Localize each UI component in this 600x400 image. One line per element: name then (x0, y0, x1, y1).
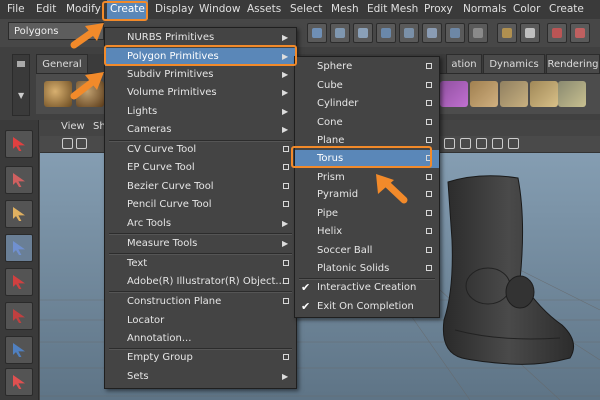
arrow-to-torus (383, 180, 408, 204)
snap-curve-icon[interactable] (330, 23, 350, 43)
rotate-tool-icon-glyph (13, 275, 25, 289)
magnet-icon[interactable] (547, 23, 567, 43)
history-icon-glyph (427, 28, 437, 38)
rotate-tool-icon[interactable] (5, 268, 33, 296)
snap-surface-icon-glyph (404, 28, 414, 38)
render-icon-glyph (473, 28, 483, 38)
render-icon[interactable] (468, 23, 488, 43)
ipr-icon-glyph (575, 28, 585, 38)
snap-grid-icon[interactable] (307, 23, 327, 43)
select-icon-glyph (525, 28, 535, 38)
manipulator-icon[interactable] (5, 336, 33, 364)
paint-select-icon-glyph (13, 207, 25, 221)
history-icon[interactable] (422, 23, 442, 43)
callout-arrows (70, 23, 408, 204)
lasso-tool-icon[interactable] (5, 166, 33, 194)
move-tool-icon-glyph (13, 241, 25, 255)
lock-icon[interactable] (497, 23, 517, 43)
last-tool-icon-glyph (13, 375, 25, 389)
construction-icon-glyph (450, 28, 460, 38)
scale-tool-icon[interactable] (5, 302, 33, 330)
snap-surface-icon[interactable] (399, 23, 419, 43)
last-tool-icon[interactable] (5, 368, 33, 396)
snap-point-icon-glyph (358, 28, 368, 38)
move-tool-icon[interactable] (5, 234, 33, 262)
scale-tool-icon-glyph (13, 309, 25, 323)
snap-point-icon[interactable] (353, 23, 373, 43)
manipulator-icon-glyph (13, 343, 25, 357)
snap-plane-icon[interactable] (376, 23, 396, 43)
select-tool-icon[interactable] (5, 130, 33, 158)
snap-curve-icon-glyph (335, 28, 345, 38)
snap-grid-icon-glyph (312, 28, 322, 38)
lock-icon-glyph (502, 28, 512, 38)
snap-plane-icon-glyph (381, 28, 391, 38)
select-icon[interactable] (520, 23, 540, 43)
magnet-icon-glyph (552, 28, 562, 38)
lasso-tool-icon-glyph (13, 173, 25, 187)
ipr-icon[interactable] (570, 23, 590, 43)
construction-icon[interactable] (445, 23, 465, 43)
select-tool-icon-glyph (13, 137, 25, 151)
paint-select-icon[interactable] (5, 200, 33, 228)
